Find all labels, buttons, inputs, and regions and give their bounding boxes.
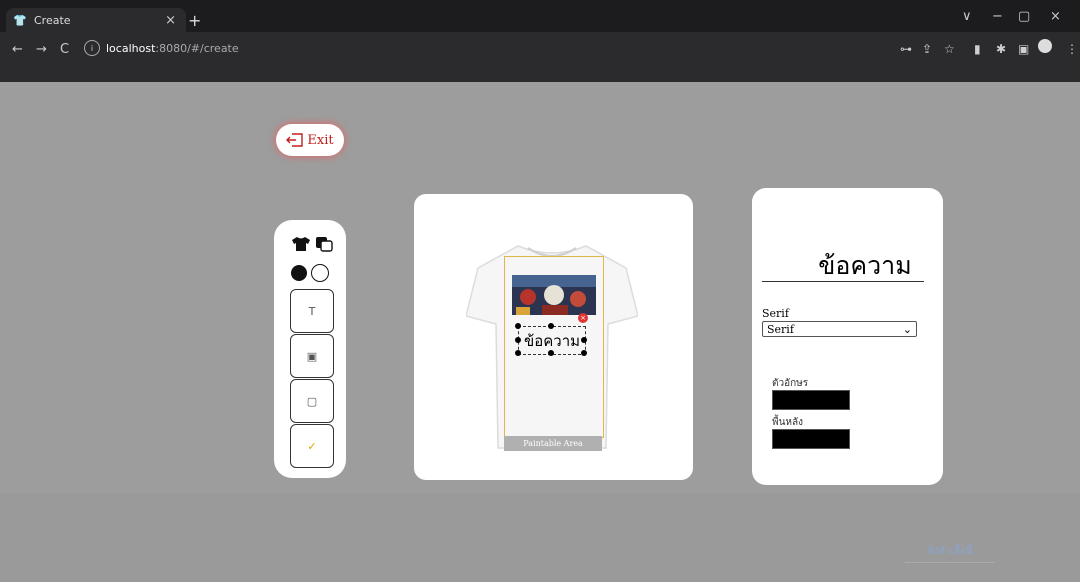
menu-kebab-icon[interactable]: ⋮ xyxy=(1066,42,1078,56)
resize-handle[interactable] xyxy=(515,337,521,343)
tshirt-icon[interactable] xyxy=(291,236,311,252)
font-family-label: Serif xyxy=(762,307,789,320)
sticker-tool-icon: ▢ xyxy=(306,394,318,408)
side-panel-icon[interactable]: ▣ xyxy=(1018,42,1029,56)
background-color-label: พื้นหลัง xyxy=(772,417,804,428)
new-tab-button[interactable]: + xyxy=(188,11,201,30)
dark-shirt-swatch[interactable] xyxy=(291,265,307,281)
print-artwork[interactable] xyxy=(512,275,596,315)
layers-icon[interactable] xyxy=(315,236,333,252)
extension-bookmark-icon[interactable]: ▮ xyxy=(974,42,981,56)
exit-button[interactable]: Exit xyxy=(276,124,344,156)
exit-label: Exit xyxy=(307,132,334,148)
order-shirt-button[interactable]: สั่งทำเสื้อนี้ xyxy=(905,540,995,563)
text-properties-panel: ข้อความ Serif Serif ⌄ ตัวอักษร พื้นหลัง xyxy=(752,188,943,485)
resize-handle[interactable] xyxy=(515,350,521,356)
text-color-picker[interactable] xyxy=(772,390,850,410)
chevron-down-icon: ⌄ xyxy=(902,322,912,336)
shirt-color-options xyxy=(291,264,329,282)
tab-search-icon[interactable]: ∨ xyxy=(962,9,972,24)
maximize-button[interactable]: ▢ xyxy=(1018,9,1030,24)
url-path: :8080/#/create xyxy=(155,41,239,55)
text-color-label: ตัวอักษร xyxy=(772,378,809,389)
check-icon: ✓ xyxy=(307,439,317,453)
add-image-button[interactable]: ▣ xyxy=(290,334,334,378)
password-key-icon[interactable]: ⊶ xyxy=(900,42,912,56)
url-host: localhost xyxy=(106,41,156,55)
paintable-area-label: Paintable Area xyxy=(504,436,602,451)
confirm-button[interactable]: ✓ xyxy=(290,424,334,468)
font-family-value: Serif xyxy=(767,322,794,336)
tab-close-icon[interactable]: × xyxy=(165,13,176,28)
resize-handle[interactable] xyxy=(515,323,521,329)
profile-avatar[interactable] xyxy=(1038,39,1052,53)
image-tool-icon: ▣ xyxy=(306,349,318,363)
browser-toolbar: ← → C i localhost :8080/#/create ⊶ ⇪ ☆ ▮… xyxy=(0,32,1080,82)
forward-button[interactable]: → xyxy=(36,42,47,57)
add-text-button[interactable]: T xyxy=(290,289,334,333)
site-info-icon[interactable]: i xyxy=(84,40,100,56)
minimize-button[interactable]: − xyxy=(992,9,1003,24)
shirt-favicon-icon: 👕 xyxy=(13,13,27,27)
browser-tab-strip: 👕 Create × + ∨ − ▢ × xyxy=(0,0,1080,32)
text-tool-icon: T xyxy=(308,304,316,318)
extensions-puzzle-icon[interactable]: ✱ xyxy=(996,42,1006,56)
browser-tab[interactable]: 👕 Create × xyxy=(6,8,186,32)
address-bar[interactable]: i localhost :8080/#/create xyxy=(84,36,884,60)
design-toolbar: T ▣ ▢ ✓ xyxy=(274,220,346,478)
resize-handle[interactable] xyxy=(548,323,554,329)
close-window-button[interactable]: × xyxy=(1050,9,1061,24)
exit-door-icon xyxy=(286,133,304,147)
resize-handle[interactable] xyxy=(581,337,587,343)
resize-handle[interactable] xyxy=(581,350,587,356)
panel-divider xyxy=(762,281,924,282)
delete-object-icon[interactable]: × xyxy=(578,313,588,323)
background-color-picker[interactable] xyxy=(772,429,850,449)
add-sticker-button[interactable]: ▢ xyxy=(290,379,334,423)
bookmark-star-icon[interactable]: ☆ xyxy=(944,42,955,56)
shirt-color-row xyxy=(291,236,333,252)
back-button[interactable]: ← xyxy=(12,42,23,57)
resize-handle[interactable] xyxy=(548,350,554,356)
reload-button[interactable]: C xyxy=(60,42,69,57)
page-footer xyxy=(0,493,1080,582)
font-family-select[interactable]: Serif ⌄ xyxy=(762,321,917,337)
white-shirt-swatch[interactable] xyxy=(311,264,329,282)
panel-title: ข้อความ xyxy=(818,251,912,280)
share-icon[interactable]: ⇪ xyxy=(922,42,932,56)
tab-title: Create xyxy=(34,13,71,27)
